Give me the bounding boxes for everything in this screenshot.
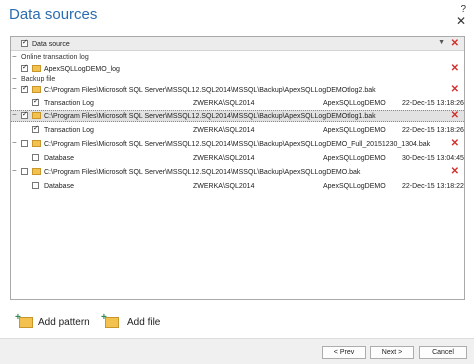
collapse-icon[interactable]: −: [12, 167, 19, 175]
backup-type: Transaction Log: [44, 127, 94, 134]
collapse-icon[interactable]: −: [12, 139, 19, 147]
list-item-backup[interactable]: − C:\Program Files\Microsoft SQL Server\…: [11, 166, 464, 178]
window-title: Data sources: [9, 6, 98, 23]
server-name: ZWERKA\SQL2014: [193, 100, 255, 107]
close-button[interactable]: ✕: [456, 14, 466, 28]
next-button[interactable]: Next >: [370, 346, 414, 359]
item-checkbox[interactable]: [32, 124, 39, 133]
server-name: ZWERKA\SQL2014: [193, 127, 255, 134]
collapse-icon[interactable]: −: [12, 85, 19, 93]
folder-icon: [32, 168, 41, 175]
select-all-checkbox[interactable]: [21, 38, 28, 47]
collapse-icon[interactable]: −: [12, 75, 19, 83]
database-name: ApexSQLLogDEMO: [323, 183, 386, 190]
add-pattern-icon: +: [15, 312, 33, 328]
delete-icon[interactable]: ✕: [451, 85, 459, 95]
file-path: C:\Program Files\Microsoft SQL Server\MS…: [44, 113, 376, 120]
data-source-panel: Data source ▼ ✕ − Online transaction log…: [10, 36, 465, 300]
item-checkbox[interactable]: [21, 168, 28, 175]
item-checkbox[interactable]: [21, 63, 28, 72]
delete-icon[interactable]: ✕: [451, 64, 459, 74]
database-name: ApexSQLLogDEMO: [323, 155, 386, 162]
header-label: Data source: [32, 41, 70, 48]
backup-date: 30-Dec-15 13:04:45: [402, 155, 464, 162]
folder-icon: [32, 112, 41, 119]
footer-bar: < Prev Next > Cancel: [0, 338, 474, 364]
item-checkbox[interactable]: [32, 97, 39, 106]
file-path: C:\Program Files\Microsoft SQL Server\MS…: [44, 87, 376, 94]
item-checkbox[interactable]: [32, 182, 39, 189]
add-file-icon: +: [101, 312, 119, 328]
collapse-icon[interactable]: −: [12, 111, 19, 119]
database-name: ApexSQLLogDEMO: [323, 127, 386, 134]
list-item-backup[interactable]: − C:\Program Files\Microsoft SQL Server\…: [11, 84, 464, 96]
server-name: ZWERKA\SQL2014: [193, 183, 255, 190]
backup-type: Database: [44, 155, 74, 162]
backup-type: Database: [44, 183, 74, 190]
item-checkbox[interactable]: [32, 154, 39, 161]
folder-icon: [32, 140, 41, 147]
prev-button[interactable]: < Prev: [322, 346, 366, 359]
file-path: C:\Program Files\Microsoft SQL Server\MS…: [44, 169, 361, 176]
item-checkbox[interactable]: [21, 110, 28, 119]
delete-icon[interactable]: ✕: [451, 139, 459, 149]
add-pattern-label: Add pattern: [38, 317, 90, 328]
add-file-label: Add file: [127, 317, 161, 328]
database-name: ApexSQLLogDEMO: [323, 100, 386, 107]
cancel-button[interactable]: Cancel: [419, 346, 467, 359]
backup-date: 22-Dec-15 13:18:26: [402, 100, 464, 107]
collapse-icon[interactable]: −: [12, 53, 19, 61]
table-row[interactable]: Transaction Log ZWERKA\SQL2014 ApexSQLLo…: [11, 124, 464, 136]
delete-icon[interactable]: ✕: [451, 167, 459, 177]
folder-icon: [32, 86, 41, 93]
delete-icon[interactable]: ✕: [451, 111, 459, 121]
folder-icon: [32, 65, 41, 72]
item-label: ApexSQLLogDEMO_log: [44, 66, 120, 73]
grid-header: Data source ▼ ✕: [11, 37, 464, 51]
group-label: Online transaction log: [21, 54, 89, 61]
file-path: C:\Program Files\Microsoft SQL Server\MS…: [44, 141, 431, 148]
delete-all-icon[interactable]: ✕: [451, 39, 459, 49]
item-checkbox[interactable]: [21, 84, 28, 93]
funnel-icon[interactable]: ▼: [438, 39, 445, 46]
list-item-backup[interactable]: − C:\Program Files\Microsoft SQL Server\…: [11, 110, 464, 122]
group-label: Backup file: [21, 76, 56, 83]
backup-date: 22-Dec-15 13:18:22: [402, 183, 464, 190]
table-row[interactable]: Transaction Log ZWERKA\SQL2014 ApexSQLLo…: [11, 97, 464, 109]
server-name: ZWERKA\SQL2014: [193, 155, 255, 162]
table-row[interactable]: Database ZWERKA\SQL2014 ApexSQLLogDEMO 3…: [11, 152, 464, 164]
backup-type: Transaction Log: [44, 100, 94, 107]
list-item-backup[interactable]: − C:\Program Files\Microsoft SQL Server\…: [11, 138, 464, 150]
table-row[interactable]: Database ZWERKA\SQL2014 ApexSQLLogDEMO 2…: [11, 180, 464, 192]
backup-date: 22-Dec-15 13:18:26: [402, 127, 464, 134]
item-checkbox[interactable]: [21, 140, 28, 147]
